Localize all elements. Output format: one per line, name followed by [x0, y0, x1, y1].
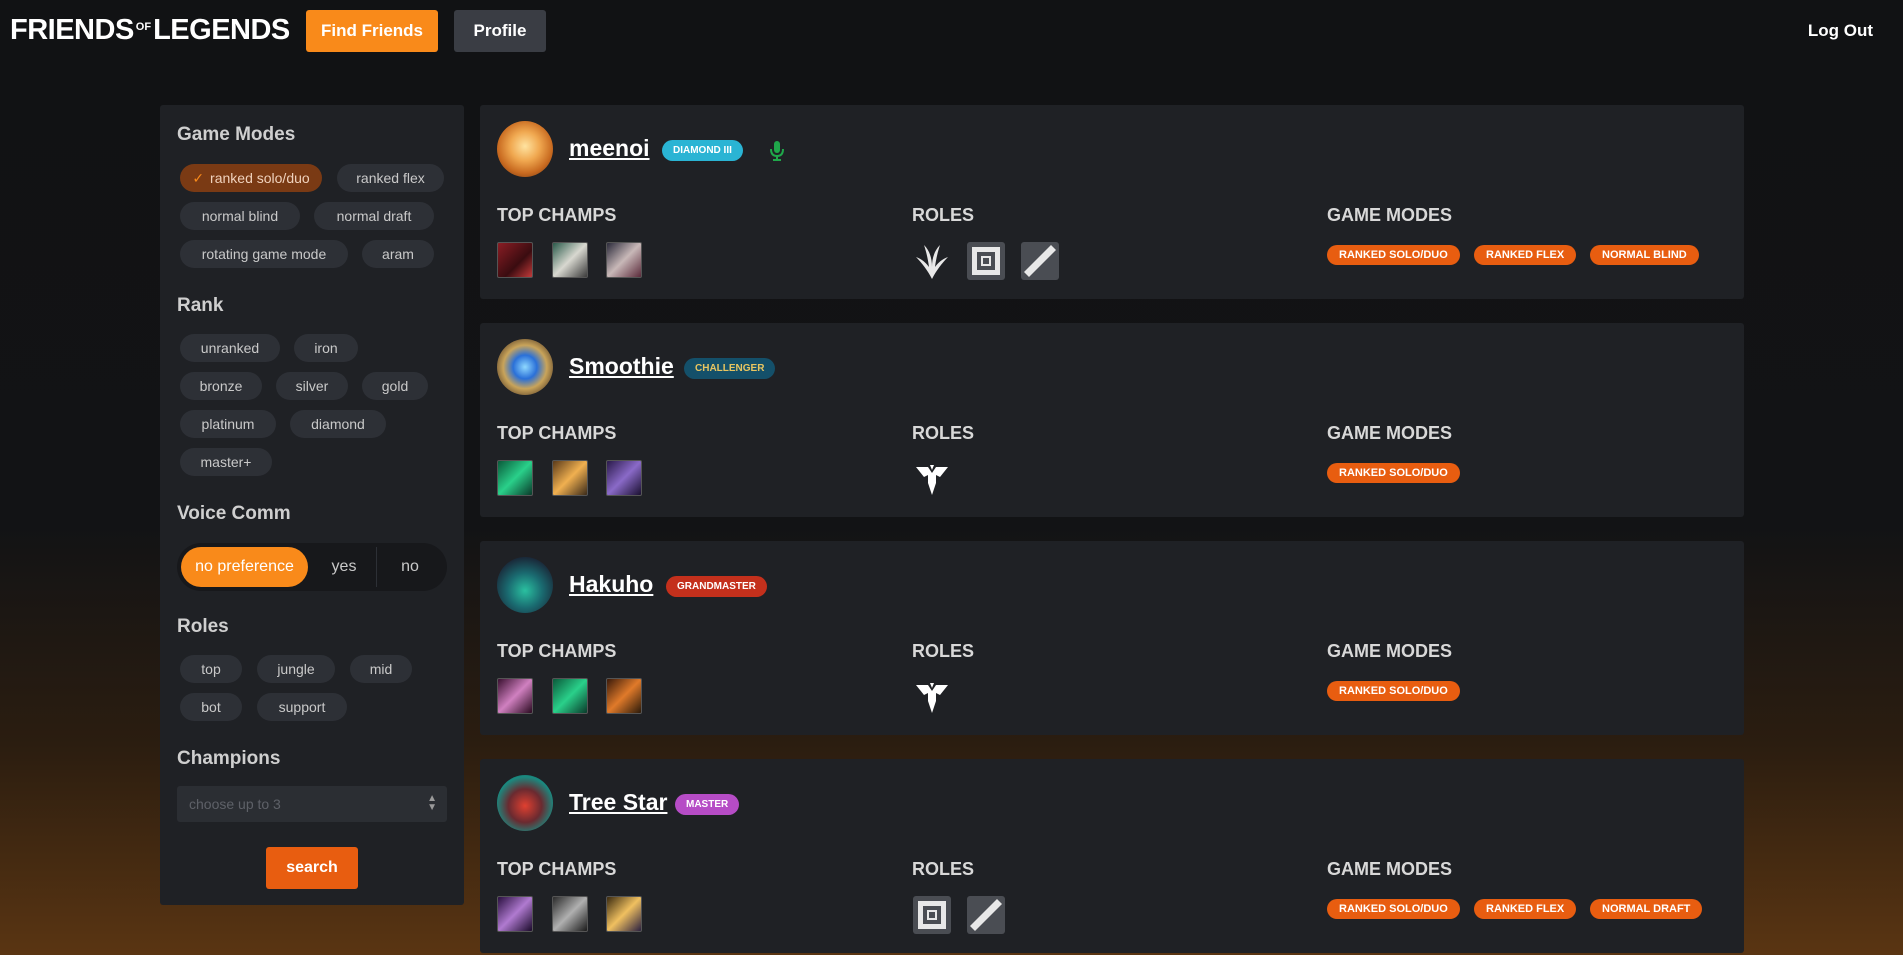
jungle-role-icon	[912, 241, 952, 281]
search-button[interactable]: search	[266, 847, 358, 889]
game-modes-header: GAME MODES	[1327, 205, 1453, 225]
roles-header: ROLES	[912, 423, 975, 443]
chip-normal-blind[interactable]: normal blind	[180, 202, 300, 230]
champion-portrait[interactable]	[497, 242, 533, 278]
top-champs-header: TOP CHAMPS	[497, 205, 617, 225]
chip-diamond[interactable]: diamond	[290, 410, 386, 438]
find-friends-button[interactable]: Find Friends	[306, 10, 438, 52]
chip-label: ranked solo/duo	[210, 170, 310, 186]
game-mode-badge: NORMAL BLIND	[1590, 245, 1699, 265]
brand-logo[interactable]: FRIENDS OFLEGENDS	[10, 14, 290, 47]
roles-header: ROLES	[912, 641, 975, 661]
player-name[interactable]: Smoothie	[569, 353, 674, 380]
brand-logo-of: OF	[135, 21, 152, 33]
chip-normal-draft[interactable]: normal draft	[314, 202, 434, 230]
bot-role-icon	[966, 895, 1006, 935]
champion-portrait[interactable]	[552, 460, 588, 496]
game-mode-badge: NORMAL DRAFT	[1590, 899, 1703, 919]
support-role-icon	[912, 459, 952, 499]
game-modes-header: GAME MODES	[1327, 641, 1453, 661]
logout-link[interactable]: Log Out	[1808, 21, 1873, 41]
champion-portrait[interactable]	[552, 678, 588, 714]
game-modes-title: Game Modes	[177, 124, 296, 145]
champions-select[interactable]: choose up to 3 ▲ ▼	[177, 786, 447, 822]
champion-portrait[interactable]	[552, 896, 588, 932]
chip-bot[interactable]: bot	[180, 693, 242, 721]
chip-iron[interactable]: iron	[294, 334, 358, 362]
player-avatar[interactable]	[497, 557, 553, 613]
game-mode-badge: RANKED FLEX	[1474, 899, 1577, 919]
filter-sidebar: Game Modes ✓ ranked solo/duo ranked flex …	[160, 105, 464, 905]
roles-header: ROLES	[912, 859, 975, 879]
champions-select-placeholder: choose up to 3	[189, 796, 281, 812]
champion-portrait[interactable]	[497, 896, 533, 932]
game-mode-badge: RANKED SOLO/DUO	[1327, 463, 1460, 483]
player-name[interactable]: meenoi	[569, 135, 650, 162]
chip-ranked-solo-duo[interactable]: ✓ ranked solo/duo	[180, 164, 322, 192]
rank-badge: GRANDMASTER	[666, 576, 767, 597]
champion-portrait[interactable]	[552, 242, 588, 278]
chip-support[interactable]: support	[257, 693, 347, 721]
player-card: Smoothie CHALLENGER TOP CHAMPS ROLES GAM…	[480, 323, 1744, 517]
player-avatar[interactable]	[497, 775, 553, 831]
rank-title: Rank	[177, 295, 224, 316]
champion-portrait[interactable]	[497, 460, 533, 496]
chip-aram[interactable]: aram	[362, 240, 434, 268]
game-mode-badge: RANKED SOLO/DUO	[1327, 681, 1460, 701]
chip-mid[interactable]: mid	[350, 655, 412, 683]
mic-icon	[770, 141, 784, 161]
profile-button[interactable]: Profile	[454, 10, 546, 52]
voice-yes[interactable]: yes	[312, 547, 376, 587]
chip-master-plus[interactable]: master+	[180, 448, 272, 476]
player-card: Hakuho GRANDMASTER TOP CHAMPS ROLES GAME…	[480, 541, 1744, 735]
player-card: meenoi DIAMOND III TOP CHAMPS ROLES GAME…	[480, 105, 1744, 299]
voice-no-preference[interactable]: no preference	[181, 547, 308, 587]
champion-portrait[interactable]	[606, 896, 642, 932]
chip-unranked[interactable]: unranked	[180, 334, 280, 362]
mid-role-icon	[966, 241, 1006, 281]
chip-ranked-flex[interactable]: ranked flex	[337, 164, 444, 192]
chip-gold[interactable]: gold	[362, 372, 428, 400]
voice-comm-title: Voice Comm	[177, 503, 291, 524]
rank-badge: CHALLENGER	[684, 358, 776, 379]
chip-platinum[interactable]: platinum	[180, 410, 276, 438]
chip-silver[interactable]: silver	[276, 372, 348, 400]
brand-logo-right: LEGENDS	[153, 14, 290, 46]
game-mode-badge: RANKED FLEX	[1474, 245, 1577, 265]
game-modes-header: GAME MODES	[1327, 423, 1453, 443]
champion-portrait[interactable]	[606, 678, 642, 714]
check-icon: ✓	[192, 169, 205, 186]
player-name[interactable]: Tree Star	[569, 789, 667, 816]
chip-rotating-game-mode[interactable]: rotating game mode	[180, 240, 348, 268]
roles-title: Roles	[177, 616, 229, 637]
chip-top[interactable]: top	[180, 655, 242, 683]
mid-role-icon	[912, 895, 952, 935]
select-arrows-icon: ▲ ▼	[427, 793, 437, 813]
top-nav: FRIENDS OFLEGENDS Find Friends Profile Lo…	[0, 0, 1903, 64]
player-card: Tree Star MASTER TOP CHAMPS ROLES GAME M…	[480, 759, 1744, 953]
bot-role-icon	[1020, 241, 1060, 281]
game-mode-badge: RANKED SOLO/DUO	[1327, 245, 1460, 265]
chip-jungle[interactable]: jungle	[257, 655, 335, 683]
champion-portrait[interactable]	[606, 460, 642, 496]
voice-no[interactable]: no	[377, 547, 443, 587]
top-champs-header: TOP CHAMPS	[497, 423, 617, 443]
game-modes-header: GAME MODES	[1327, 859, 1453, 879]
champion-portrait[interactable]	[606, 242, 642, 278]
player-avatar[interactable]	[497, 339, 553, 395]
support-role-icon	[912, 677, 952, 717]
game-mode-badge: RANKED SOLO/DUO	[1327, 899, 1460, 919]
player-name[interactable]: Hakuho	[569, 571, 653, 598]
rank-badge: MASTER	[675, 794, 740, 815]
brand-logo-left: FRIENDS	[10, 14, 134, 46]
top-champs-header: TOP CHAMPS	[497, 641, 617, 661]
champions-title: Champions	[177, 748, 281, 769]
champion-portrait[interactable]	[497, 678, 533, 714]
chip-bronze[interactable]: bronze	[180, 372, 262, 400]
player-avatar[interactable]	[497, 121, 553, 177]
voice-comm-toggle: no preference yes no	[177, 543, 447, 591]
roles-header: ROLES	[912, 205, 975, 225]
rank-badge: DIAMOND III	[662, 140, 743, 161]
top-champs-header: TOP CHAMPS	[497, 859, 617, 879]
